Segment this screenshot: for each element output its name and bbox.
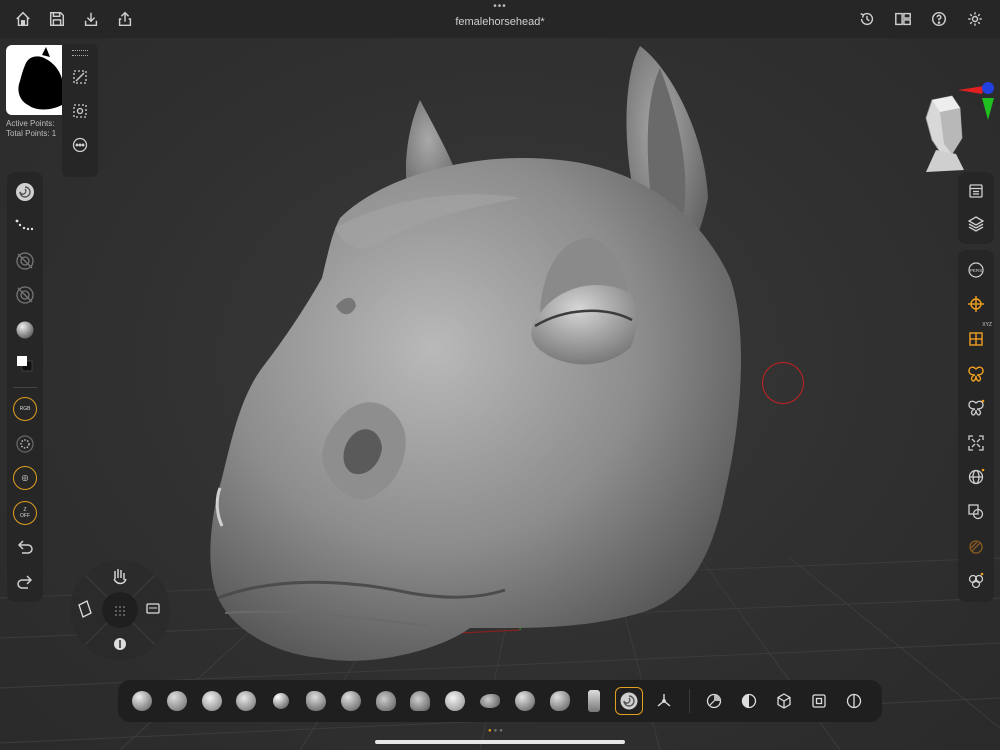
rgb-icon[interactable]: RGB xyxy=(11,396,39,424)
more-options-icon[interactable] xyxy=(67,132,93,158)
matcap-icon[interactable] xyxy=(700,687,728,715)
bpr-icon[interactable] xyxy=(962,567,990,595)
brush-inflate[interactable] xyxy=(302,687,330,715)
undo-icon[interactable] xyxy=(11,533,39,561)
brush-claybuildup[interactable] xyxy=(198,687,226,715)
transp-icon[interactable] xyxy=(962,498,990,526)
help-icon[interactable] xyxy=(928,8,950,30)
zoff-icon[interactable]: Z OFF xyxy=(11,499,39,527)
brush-hpolish[interactable] xyxy=(372,687,400,715)
brush-chisel[interactable] xyxy=(580,687,608,715)
home-icon[interactable] xyxy=(12,8,34,30)
persp-icon[interactable]: PERS xyxy=(962,256,990,284)
brush-move[interactable] xyxy=(232,687,260,715)
left-toolbar: RGB ◎ Z OFF xyxy=(7,172,43,602)
brush-current[interactable] xyxy=(615,687,644,715)
top-bar: ••• femalehorsehead* xyxy=(0,0,1000,38)
persp-label: PERS xyxy=(970,268,982,273)
zoff-label-bottom: OFF xyxy=(20,512,30,519)
mask-icon[interactable] xyxy=(805,687,833,715)
select-rect-icon[interactable] xyxy=(67,98,93,124)
polypaint-icon[interactable] xyxy=(735,687,763,715)
select-lasso-icon[interactable] xyxy=(67,64,93,90)
polyframe-icon[interactable] xyxy=(962,394,990,422)
stroke-icon[interactable] xyxy=(11,212,39,240)
page-indicator: ●●● xyxy=(488,728,505,734)
bar-divider xyxy=(688,689,690,713)
brush-flatten[interactable] xyxy=(511,687,539,715)
gizmo-icon[interactable] xyxy=(650,687,678,715)
import-icon[interactable] xyxy=(80,8,102,30)
layers-icon[interactable] xyxy=(962,211,990,237)
alpha-icon[interactable] xyxy=(11,247,39,275)
save-icon[interactable] xyxy=(46,8,68,30)
draw-size-icon[interactable] xyxy=(11,430,39,458)
frame-icon[interactable] xyxy=(962,429,990,457)
toolbar-divider xyxy=(13,386,37,388)
brush-palette xyxy=(118,680,882,722)
solo-icon[interactable] xyxy=(962,464,990,492)
point-count-info: Active Points: Total Points: 1 xyxy=(6,119,56,139)
layout-icon[interactable] xyxy=(892,8,914,30)
brush-standard[interactable] xyxy=(128,687,156,715)
radial-menu[interactable] xyxy=(69,559,171,661)
brush-clay[interactable] xyxy=(163,687,191,715)
history-icon[interactable] xyxy=(856,8,878,30)
right-toolbar-main: PERS XYZ xyxy=(958,250,994,602)
texture-icon[interactable] xyxy=(11,281,39,309)
brush-pinch[interactable] xyxy=(337,687,365,715)
document-title: femalehorsehead* xyxy=(455,16,545,28)
split-icon[interactable] xyxy=(840,687,868,715)
thumbnail-tools xyxy=(62,44,98,177)
xyz-label: XYZ xyxy=(982,322,992,329)
redo-icon[interactable] xyxy=(11,568,39,596)
settings-icon[interactable] xyxy=(964,8,986,30)
share-icon[interactable] xyxy=(114,8,136,30)
3d-viewport[interactable] xyxy=(0,38,1000,750)
brush-smooth[interactable] xyxy=(441,687,469,715)
total-points-label: Total Points: 1 xyxy=(6,129,57,138)
material-icon[interactable] xyxy=(11,316,39,344)
color-swatch-icon[interactable] xyxy=(11,350,39,378)
brush-snakehook[interactable] xyxy=(476,687,504,715)
floor-icon[interactable] xyxy=(962,291,990,319)
brush-icon[interactable] xyxy=(11,178,39,206)
window-dots[interactable]: ••• xyxy=(0,2,1000,12)
navigation-head-gizmo[interactable] xyxy=(912,80,996,176)
rgb-label: RGB xyxy=(19,406,31,413)
brush-damstandard[interactable] xyxy=(267,687,295,715)
right-toolbar-top xyxy=(958,172,994,244)
intensity-icon[interactable]: ◎ xyxy=(11,464,39,492)
local-icon[interactable]: XYZ xyxy=(962,322,992,353)
active-points-label: Active Points: xyxy=(6,119,55,128)
drag-handle[interactable] xyxy=(72,50,88,56)
home-indicator[interactable] xyxy=(375,740,625,744)
brush-cursor xyxy=(762,362,804,404)
cube-icon[interactable] xyxy=(770,687,798,715)
model-thumbnail[interactable] xyxy=(6,45,62,115)
symmetry-icon[interactable] xyxy=(962,360,990,388)
brush-mallet[interactable] xyxy=(546,687,574,715)
ghost-icon[interactable] xyxy=(962,533,990,561)
doc-icon[interactable] xyxy=(962,178,990,204)
brush-trimdynamic[interactable] xyxy=(406,687,434,715)
